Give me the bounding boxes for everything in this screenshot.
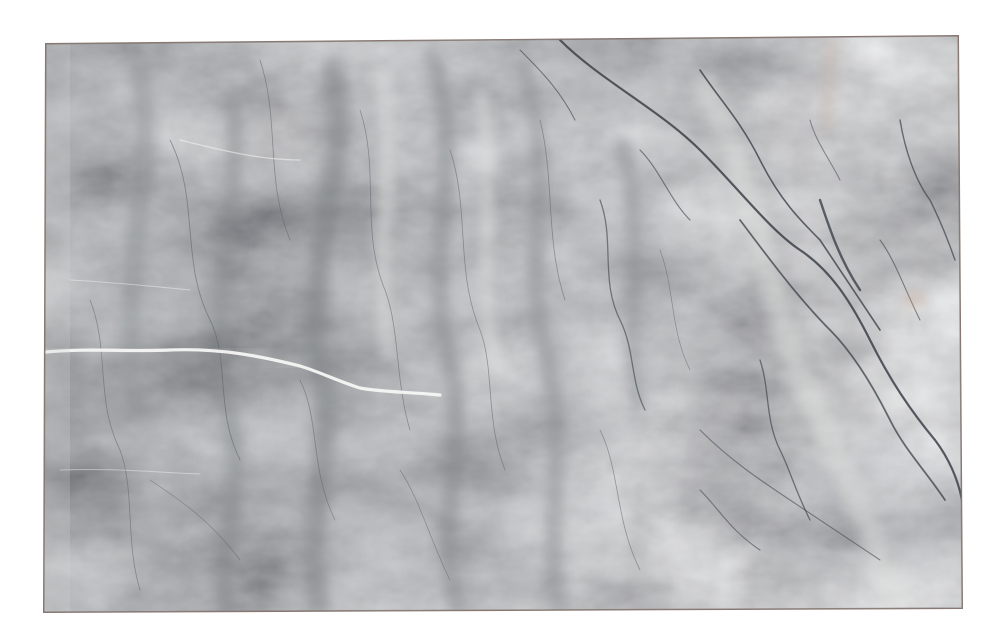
marble-slab-photo <box>43 35 963 613</box>
fine-grain <box>44 36 962 612</box>
photo-canvas <box>0 0 1000 633</box>
